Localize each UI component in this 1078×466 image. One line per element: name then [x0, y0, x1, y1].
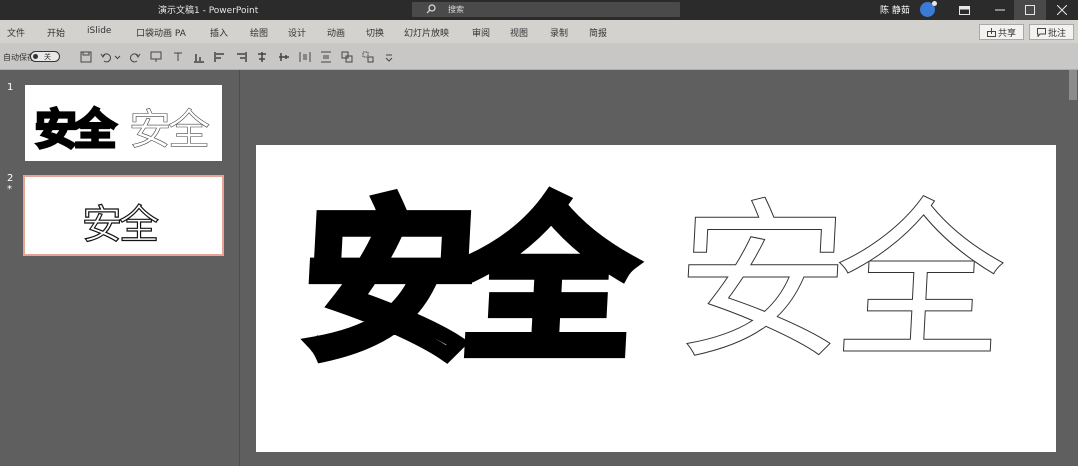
- presentation-icon[interactable]: [150, 51, 162, 63]
- redo-icon[interactable]: [129, 51, 141, 63]
- align-middle-icon[interactable]: [278, 51, 290, 63]
- align-center-icon[interactable]: [256, 51, 268, 63]
- save-icon[interactable]: [80, 51, 92, 63]
- tab-slideshow[interactable]: 幻灯片放映: [404, 26, 449, 39]
- maximize-button[interactable]: [1014, 0, 1046, 20]
- autosave-toggle[interactable]: 关: [30, 51, 60, 62]
- search-icon: [426, 4, 436, 14]
- tab-briefing[interactable]: 简报: [589, 26, 607, 39]
- thumb1-outline-text: 安全: [129, 105, 211, 155]
- tab-design[interactable]: 设计: [288, 26, 306, 39]
- ungroup-icon[interactable]: [362, 51, 374, 63]
- slide-2-modified-marker: *: [7, 184, 12, 195]
- scrollbar-thumb[interactable]: [1069, 70, 1077, 100]
- thumb2-outline-text: 安全: [81, 201, 159, 248]
- slide-thumbnail-2[interactable]: 安全: [23, 175, 224, 256]
- tab-pocket-animation[interactable]: 口袋动画 PA: [136, 26, 186, 39]
- tab-file[interactable]: 文件: [7, 26, 25, 39]
- tab-review[interactable]: 审阅: [472, 26, 490, 39]
- slide-thumbnails-pane: 1 安全 安全 2 * 安全: [0, 70, 240, 466]
- slide-bold-outline-text[interactable]: 安全: [294, 178, 630, 388]
- share-button[interactable]: 共享: [979, 24, 1024, 40]
- powerpoint-window: 演示文稿1 - PowerPoint 搜索 陈 静茹 文件 开始 iSlide …: [0, 0, 1078, 466]
- undo-icon[interactable]: [100, 51, 112, 63]
- ribbon-display-icon: [958, 5, 970, 15]
- comment-label: 批注: [1047, 28, 1066, 39]
- distribute-horizontal-icon[interactable]: [299, 51, 311, 63]
- slide-thin-outline-text[interactable]: 安全: [670, 182, 998, 384]
- autosave-toggle-label: 关: [44, 53, 51, 61]
- distribute-vertical-icon[interactable]: [320, 51, 332, 63]
- title-bar: 演示文稿1 - PowerPoint 搜索 陈 静茹: [0, 0, 1078, 20]
- tab-islide[interactable]: iSlide: [87, 26, 111, 36]
- align-right-icon[interactable]: [235, 51, 247, 63]
- window-title: 演示文稿1 - PowerPoint: [158, 6, 259, 16]
- close-icon: [1057, 5, 1067, 15]
- undo-dropdown-icon[interactable]: [114, 51, 121, 63]
- tab-home[interactable]: 开始: [47, 26, 65, 39]
- avatar[interactable]: [920, 1, 937, 17]
- minimize-icon: [995, 9, 1005, 11]
- quick-access-toolbar: 自动保存 关: [0, 43, 1078, 70]
- search-label: 搜索: [448, 5, 464, 14]
- ribbon-tabs: 文件 开始 iSlide 口袋动画 PA 插入 绘图 设计 动画 切换 幻灯片放…: [0, 20, 1078, 43]
- tab-record[interactable]: 录制: [550, 26, 568, 39]
- slide-number-1: 1: [7, 82, 14, 93]
- tab-view[interactable]: 视图: [510, 26, 528, 39]
- tab-animations[interactable]: 动画: [327, 26, 345, 39]
- comments-button[interactable]: 批注: [1029, 24, 1074, 40]
- close-button[interactable]: [1046, 0, 1078, 20]
- align-left-icon[interactable]: [214, 51, 226, 63]
- text-format-icon[interactable]: [172, 51, 184, 63]
- tab-insert[interactable]: 插入: [210, 26, 228, 39]
- align-bottom-icon[interactable]: [193, 51, 205, 63]
- comment-icon: [1036, 27, 1046, 37]
- ribbon-display-options-button[interactable]: [948, 0, 980, 20]
- share-label: 共享: [997, 28, 1016, 39]
- tab-transitions[interactable]: 切换: [366, 26, 384, 39]
- vertical-scrollbar[interactable]: [1068, 70, 1078, 466]
- maximize-icon: [1025, 5, 1035, 15]
- share-icon: [986, 27, 996, 37]
- search-box[interactable]: 搜索: [412, 2, 680, 17]
- user-name[interactable]: 陈 静茹: [880, 3, 910, 16]
- minimize-button[interactable]: [984, 0, 1016, 20]
- group-icon[interactable]: [341, 51, 353, 63]
- slide-number-2: 2: [7, 173, 14, 184]
- slide-thumbnail-1[interactable]: 安全 安全: [25, 85, 222, 161]
- slide-canvas[interactable]: 安全 安全: [256, 145, 1056, 452]
- thumb1-bold-text: 安全: [33, 104, 117, 156]
- customize-qat-icon[interactable]: [385, 51, 393, 63]
- tab-draw[interactable]: 绘图: [250, 26, 268, 39]
